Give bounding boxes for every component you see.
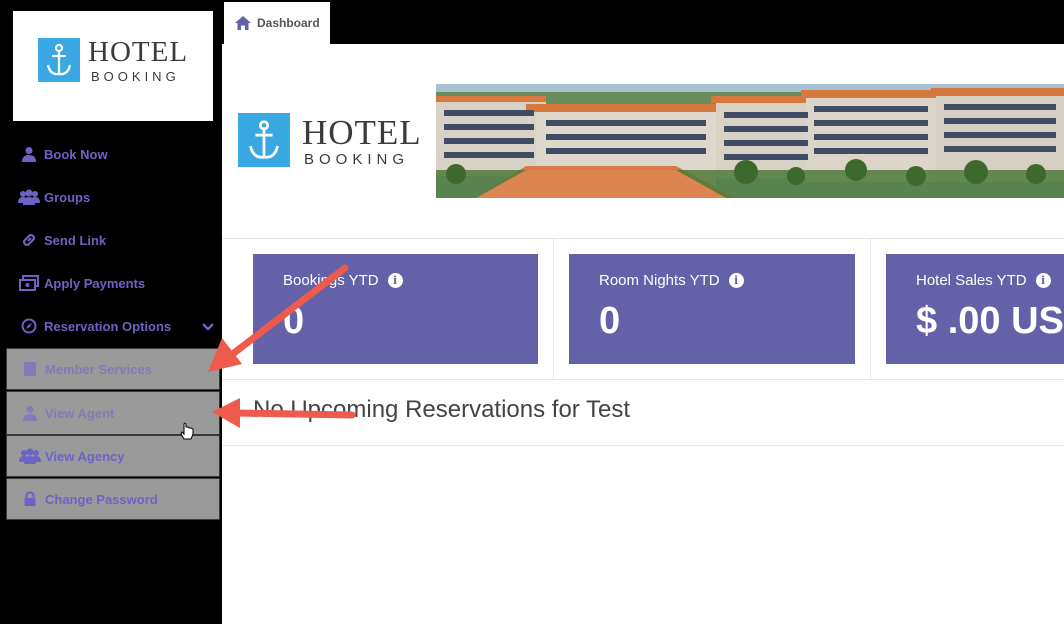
sidebar-item-change-password[interactable]: Change Password (6, 478, 220, 520)
home-icon (234, 15, 252, 31)
stat-value: $ .00 US (916, 300, 1064, 342)
money-icon (18, 274, 40, 292)
sidebar-item-reservation-options[interactable]: Reservation Options (6, 305, 220, 347)
logo-booking-text: BOOKING (91, 69, 180, 84)
divider (222, 238, 1064, 239)
app-root: HOTEL BOOKING Book Now Groups Send Link … (0, 0, 1064, 624)
stat-label: Room Nights YTD (599, 272, 720, 289)
stat-label: Hotel Sales YTD (916, 272, 1027, 289)
no-reservations-message: No Upcoming Reservations for Test (253, 396, 631, 423)
sidebar-item-label: Send Link (44, 232, 107, 248)
sidebar-item-apply-payments[interactable]: Apply Payments (6, 262, 220, 304)
tab-label: Dashboard (257, 16, 320, 30)
stat-card-room-nights: Room Nights YTD i 0 (569, 254, 855, 364)
anchor-icon (238, 113, 290, 167)
chevron-down-icon (202, 319, 214, 334)
sidebar-item-label: View Agency (45, 448, 125, 464)
stat-label-row: Hotel Sales YTD i (916, 272, 1051, 289)
lock-icon (19, 490, 41, 508)
sidebar-item-view-agency[interactable]: View Agency (6, 435, 220, 477)
banner-hotel-text: HOTEL (302, 113, 422, 152)
sidebar-item-label: Groups (44, 189, 91, 205)
main-content: Dashboard HOTEL BOOKING Bookings YTD i 0… (222, 0, 1064, 624)
user-icon (18, 145, 40, 163)
info-icon[interactable]: i (728, 273, 744, 288)
users-icon (18, 188, 40, 206)
info-icon[interactable]: i (1035, 273, 1051, 288)
anchor-icon (38, 38, 80, 82)
sidebar-item-label: Reservation Options (44, 318, 172, 334)
sidebar-item-groups[interactable]: Groups (6, 176, 220, 218)
divider (553, 239, 554, 380)
users-icon (19, 447, 41, 465)
stat-value: 0 (599, 300, 621, 342)
stat-card-hotel-sales: Hotel Sales YTD i $ .00 US (886, 254, 1064, 364)
banner-booking-text: BOOKING (304, 151, 410, 168)
stat-label-row: Room Nights YTD i (599, 272, 744, 289)
sidebar-item-label: Apply Payments (44, 275, 146, 291)
compass-icon (18, 317, 40, 335)
sidebar-item-send-link[interactable]: Send Link (6, 219, 220, 261)
logo-hotel-text: HOTEL (88, 36, 189, 68)
sidebar-item-label: Change Password (45, 491, 158, 507)
divider (222, 445, 1064, 446)
stat-value: 0 (283, 300, 305, 342)
sidebar-item-book-now[interactable]: Book Now (6, 133, 220, 175)
sidebar-logo[interactable]: HOTEL BOOKING (13, 11, 213, 121)
link-icon (18, 231, 40, 249)
sidebar-item-label: View Agent (45, 405, 115, 421)
tab-dashboard[interactable]: Dashboard (224, 2, 330, 44)
user-icon (19, 404, 41, 422)
info-icon[interactable]: i (387, 273, 403, 288)
stat-label-row: Bookings YTD i (283, 272, 403, 289)
stat-card-bookings: Bookings YTD i 0 (253, 254, 538, 364)
sidebar-item-member-services[interactable]: Member Services (6, 348, 220, 390)
sidebar-item-label: Member Services (45, 361, 152, 377)
sidebar-item-label: Book Now (44, 146, 108, 162)
tab-bar: Dashboard (222, 0, 1064, 44)
sidebar: HOTEL BOOKING Book Now Groups Send Link … (0, 0, 222, 624)
divider (870, 239, 871, 380)
book-icon (19, 360, 41, 378)
stat-label: Bookings YTD (283, 272, 379, 289)
hotel-photo (436, 84, 1064, 198)
divider (222, 379, 1064, 380)
sidebar-item-view-agent[interactable]: View Agent (6, 391, 220, 435)
